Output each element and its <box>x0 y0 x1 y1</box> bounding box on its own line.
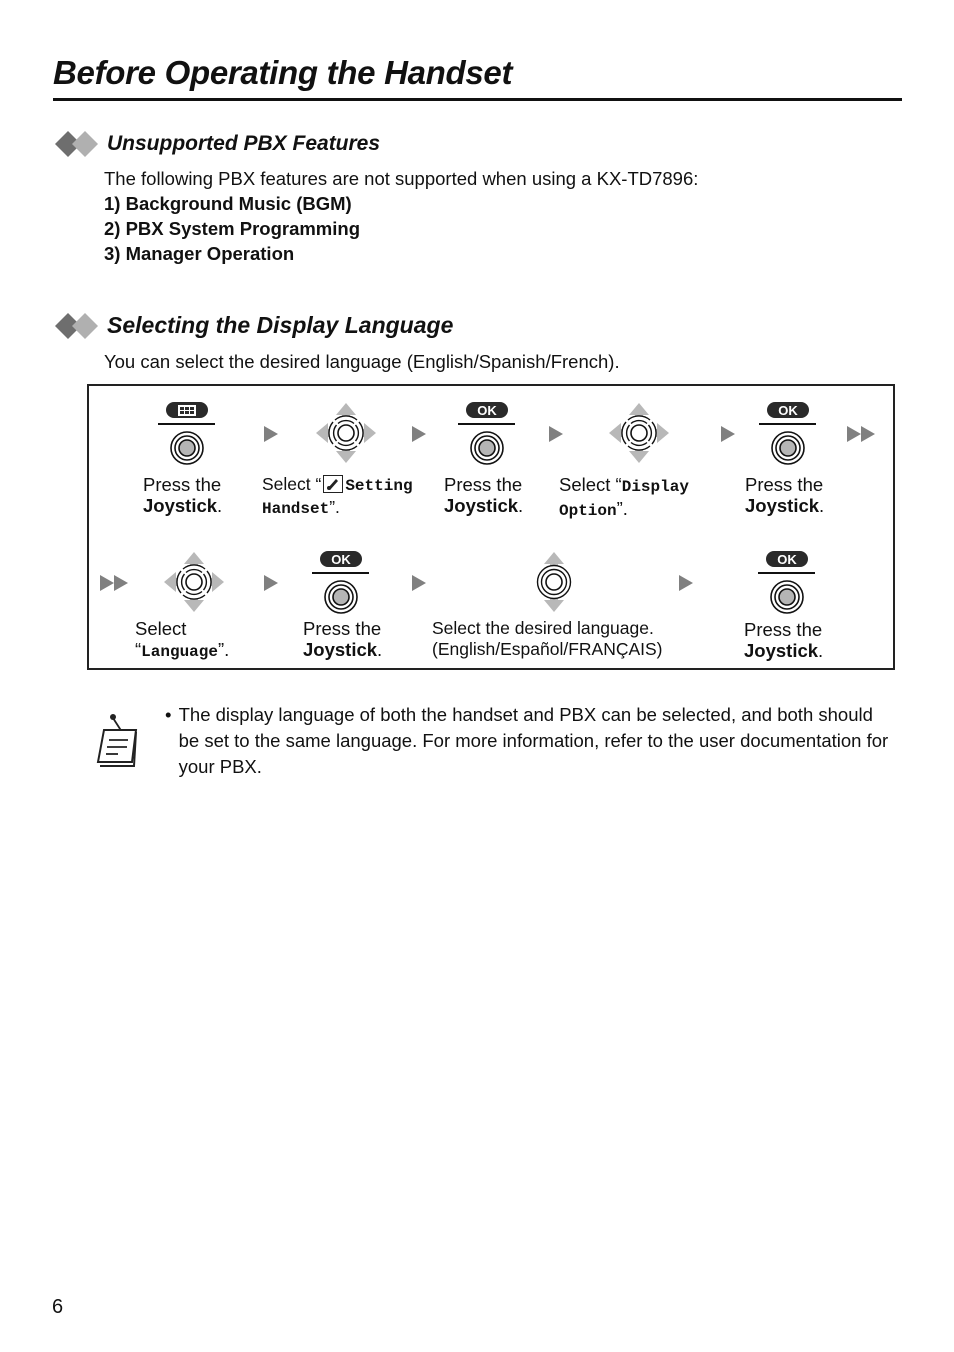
caption-line: Press the <box>745 474 824 495</box>
next-arrow-icon <box>679 575 693 591</box>
step-caption: Select “ Setting Handset”. <box>262 474 413 520</box>
step-caption: Select “Display Option”. <box>559 474 689 522</box>
step-caption: Press the Joystick. <box>444 474 523 516</box>
caption-text: ”. <box>217 639 230 660</box>
title-rule <box>53 98 902 101</box>
section-intro: The following PBX features are not suppo… <box>104 168 699 189</box>
next-arrow-icon <box>412 575 426 591</box>
procedure-flow-box: Press the Joystick. Select “ Setting Hand… <box>87 384 895 670</box>
step-caption: Select “Language”. <box>135 618 229 663</box>
next-arrow-icon <box>721 426 735 442</box>
caption-code: Setting <box>345 477 413 495</box>
joystick-4way-icon <box>315 402 377 464</box>
step-caption: Press the Joystick. <box>744 619 823 661</box>
continue-arrow-icon <box>847 426 879 442</box>
setting-handset-icon <box>323 475 344 493</box>
page-number: 6 <box>52 1296 64 1318</box>
caption-code: Display <box>621 478 689 496</box>
diamond-bullet-icon <box>55 312 101 339</box>
ok-joystick-press-icon <box>458 402 515 465</box>
section-heading-unsupported: Unsupported PBX Features <box>55 131 380 157</box>
ok-joystick-press-icon <box>758 551 815 614</box>
caption-text: Select “ <box>262 474 322 494</box>
caption-tail: . <box>217 495 223 516</box>
feature-item: 3) Manager Operation <box>104 243 295 264</box>
caption-line: Select <box>135 618 187 639</box>
feature-item: 2) PBX System Programming <box>104 218 360 239</box>
caption-line: Press the <box>303 618 382 639</box>
caption-line: Press the <box>444 474 523 495</box>
next-arrow-icon <box>264 426 278 442</box>
ok-joystick-press-icon <box>759 402 816 465</box>
step-caption: Select the desired language. (English/Es… <box>432 618 663 660</box>
caption-bold: Joystick <box>143 495 218 516</box>
caption-line: Press the <box>744 619 823 640</box>
caption-bold: Joystick <box>303 639 378 660</box>
feature-item: 1) Background Music (BGM) <box>104 193 352 214</box>
diamond-bullet-icon <box>55 131 101 157</box>
note-body: The display language of both the handset… <box>178 704 889 777</box>
joystick-4way-icon <box>163 551 225 613</box>
joystick-4way-icon <box>608 402 670 464</box>
section-title: Unsupported PBX Features <box>107 132 381 155</box>
caption-tail: . <box>818 640 824 661</box>
note-pad-icon <box>96 714 138 767</box>
caption-text: ”. <box>329 497 340 517</box>
caption-text: ”. <box>616 498 628 519</box>
caption-bold: Joystick <box>745 495 820 516</box>
caption-line: (English/Español/FRANÇAIS) <box>432 639 663 659</box>
caption-line: Press the <box>143 474 222 495</box>
caption-text: Select “ <box>559 474 622 495</box>
bullet: • <box>165 704 172 725</box>
caption-tail: . <box>377 639 383 660</box>
caption-code: Handset <box>262 500 330 518</box>
ok-joystick-press-icon <box>312 551 369 614</box>
step-caption: Press the Joystick. <box>143 474 222 516</box>
joystick-press-icon <box>158 402 215 465</box>
caption-bold: Joystick <box>744 640 819 661</box>
caption-line: Select the desired language. <box>432 618 654 638</box>
page-title: Before Operating the Handset <box>53 54 513 91</box>
next-arrow-icon <box>549 426 563 442</box>
note-text: • The display language of both the hands… <box>165 702 895 780</box>
caption-tail: . <box>819 495 825 516</box>
next-arrow-icon <box>264 575 278 591</box>
section-title: Selecting the Display Language <box>107 312 454 338</box>
caption-code: Option <box>559 502 617 520</box>
section-intro: You can select the desired language (Eng… <box>104 351 620 372</box>
caption-code: Language <box>141 643 218 661</box>
caption-bold: Joystick <box>444 495 519 516</box>
next-arrow-icon <box>412 426 426 442</box>
joystick-updown-icon <box>536 551 572 613</box>
section-heading-language: Selecting the Display Language <box>55 312 453 339</box>
continue-arrow-icon <box>100 575 132 591</box>
step-caption: Press the Joystick. <box>303 618 382 660</box>
caption-tail: . <box>518 495 524 516</box>
step-caption: Press the Joystick. <box>745 474 824 516</box>
